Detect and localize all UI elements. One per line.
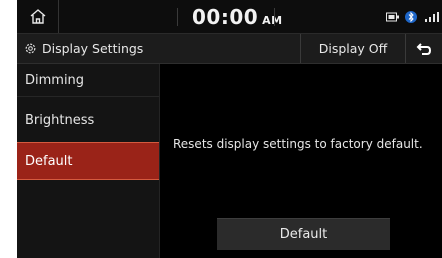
status-divider bbox=[177, 8, 178, 26]
title-bar: Display Settings Display Off bbox=[17, 34, 442, 64]
sidebar-item-label: Default bbox=[25, 153, 73, 169]
sidebar-item-dimming[interactable]: Dimming bbox=[17, 64, 159, 97]
sidebar: Dimming Brightness Default bbox=[17, 64, 160, 258]
home-icon bbox=[30, 9, 45, 24]
display-off-button[interactable]: Display Off bbox=[300, 34, 406, 63]
default-button[interactable]: Default bbox=[217, 218, 390, 250]
status-bar: 00:00 AM bbox=[17, 0, 442, 34]
clock-ampm: AM bbox=[262, 14, 283, 27]
home-button[interactable] bbox=[17, 0, 59, 33]
bluetooth-icon bbox=[405, 10, 417, 23]
description-text: Resets display settings to factory defau… bbox=[173, 137, 423, 151]
display-icon bbox=[386, 12, 399, 21]
back-arrow-icon bbox=[416, 42, 432, 55]
head-unit-screen: 00:00 AM Display Settings Display Off Di… bbox=[17, 0, 442, 258]
signal-icon bbox=[425, 11, 439, 22]
status-icons bbox=[386, 0, 442, 33]
page-title-text: Display Settings bbox=[42, 41, 144, 56]
sidebar-item-label: Brightness bbox=[25, 113, 95, 128]
back-button[interactable] bbox=[406, 34, 442, 63]
main-content: Resets display settings to factory defau… bbox=[160, 64, 442, 258]
gear-icon bbox=[25, 43, 36, 54]
sidebar-item-label: Dimming bbox=[25, 72, 85, 88]
clock-time: 00:00 bbox=[192, 5, 259, 29]
clock: 00:00 AM bbox=[192, 3, 283, 31]
sidebar-item-brightness[interactable]: Brightness bbox=[17, 104, 159, 137]
sidebar-item-default[interactable]: Default bbox=[17, 142, 159, 180]
status-divider bbox=[274, 8, 275, 26]
page-title: Display Settings bbox=[24, 34, 143, 63]
